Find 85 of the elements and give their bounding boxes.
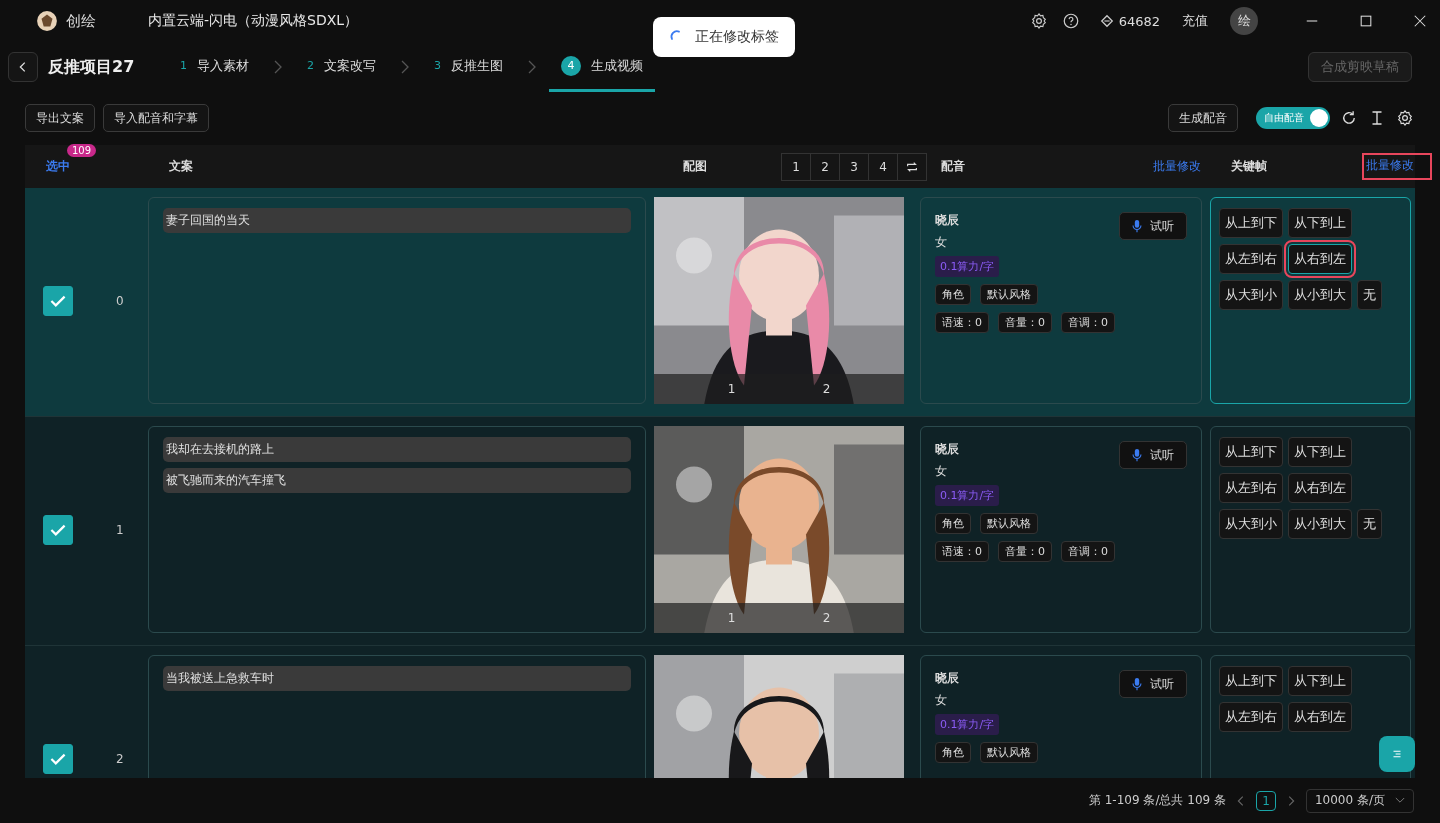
chevron-right-icon: [527, 59, 537, 75]
app-logo-icon: [36, 10, 58, 32]
maximize-icon[interactable]: [1359, 14, 1373, 28]
voice-name: 晓辰: [935, 441, 959, 458]
toolbar-button[interactable]: 导入配音和字幕: [103, 104, 209, 132]
toolbar-button[interactable]: 导出文案: [25, 104, 95, 132]
refresh-icon[interactable]: [1340, 109, 1358, 127]
voice-gender: 女: [935, 692, 947, 709]
table-row[interactable]: 2 当我被送上急救车时 晓辰 女 0.1算力/字 试听 角色 默认风格 从上到下 从下到上 从左到右 从右到左: [25, 646, 1415, 778]
chevron-right-icon: [273, 59, 283, 75]
credit-balance: 64682: [1118, 13, 1160, 29]
model-name[interactable]: 内置云端-闪电（动漫风格SDXL）: [148, 12, 359, 30]
recharge-button[interactable]: 充值: [1174, 12, 1216, 30]
settings-icon[interactable]: [1029, 12, 1048, 30]
repeat-icon: [905, 159, 919, 174]
column-header: 配音: [941, 158, 965, 175]
page-size-select[interactable]: 10000 条/页: [1305, 788, 1414, 813]
preview-button[interactable]: 试听: [1119, 670, 1187, 698]
voice-parameter[interactable]: 音量：0: [998, 541, 1052, 562]
column-header: 配图: [683, 158, 707, 175]
voice-tag[interactable]: 默认风格: [980, 742, 1038, 763]
diamond-icon: [1099, 14, 1114, 28]
image-page-button[interactable]: 1: [781, 152, 811, 181]
price-tag: 0.1算力/字: [935, 485, 1000, 506]
previous-page-icon[interactable]: [1235, 793, 1246, 808]
repeat-button[interactable]: [897, 152, 927, 181]
generate-dubbing-button[interactable]: 生成配音: [1168, 104, 1238, 132]
voice-name: 晓辰: [935, 212, 959, 229]
voice-name: 晓辰: [935, 670, 959, 687]
close-icon[interactable]: [1413, 14, 1427, 28]
step-tab[interactable]: 2 文案改写: [295, 42, 388, 92]
preview-button[interactable]: 试听: [1119, 212, 1187, 240]
row-index: 0: [116, 293, 124, 308]
caret-icon: [1395, 797, 1405, 804]
app-name: 创绘: [66, 11, 96, 31]
step-tab[interactable]: 3 反推生图: [422, 42, 515, 92]
step-tab[interactable]: 4 生成视频: [549, 42, 655, 92]
selected-count-badge: 109: [67, 144, 97, 157]
voice-gender: 女: [935, 234, 947, 251]
batch-edit-link[interactable]: 批量修改: [1362, 153, 1432, 180]
batch-edit-link[interactable]: 批量修改: [1153, 158, 1201, 175]
price-tag: 0.1算力/字: [935, 256, 1000, 277]
project-title: 反推项目27: [48, 56, 136, 78]
page-number-button[interactable]: 1: [1255, 790, 1276, 811]
image-variant-number[interactable]: 1: [727, 382, 736, 396]
voice-parameter[interactable]: 音调：0: [1061, 312, 1115, 333]
voice-parameter[interactable]: 语速：0: [935, 541, 989, 562]
voice-tag[interactable]: 默认风格: [980, 284, 1038, 305]
column-header[interactable]: 选中: [46, 158, 70, 175]
microphone-icon: [1130, 676, 1144, 692]
toast-text: 正在修改标签: [695, 28, 779, 46]
image-variant-number[interactable]: 2: [822, 611, 831, 625]
image-variant-number[interactable]: 1: [727, 611, 736, 625]
voice-gender: 女: [935, 463, 947, 480]
microphone-icon: [1130, 218, 1144, 234]
image-page-button[interactable]: 4: [868, 152, 898, 181]
row-checkbox[interactable]: [43, 514, 73, 545]
voice-tag[interactable]: 默认风格: [980, 513, 1038, 534]
step-tab[interactable]: 1 导入素材: [168, 42, 261, 92]
row-checkbox[interactable]: [43, 743, 73, 774]
row-index: 2: [116, 751, 124, 766]
voice-tag[interactable]: 角色: [935, 742, 971, 763]
voice-tag[interactable]: 角色: [935, 284, 971, 305]
voice-parameter[interactable]: 语速：0: [935, 312, 989, 333]
microphone-icon: [1130, 447, 1144, 463]
preview-button[interactable]: 试听: [1119, 441, 1187, 469]
voice-tag[interactable]: 角色: [935, 513, 971, 534]
image-variant-number[interactable]: 2: [822, 382, 831, 396]
chevron-right-icon: [400, 59, 410, 75]
column-header: 文案: [169, 158, 193, 175]
table-row[interactable]: 1 我却在去接机的路上 被飞驰而来的汽车撞飞 1 2 晓辰 女 0.1算力/字 试听 角色 默认风格 语速：0 音量：0 音调：0 从上到下 从下到上 从左到右 从右到左 从大到小 从小到大 无: [25, 417, 1415, 646]
image-page-button[interactable]: 2: [810, 152, 840, 181]
list-menu-button[interactable]: [1379, 736, 1415, 772]
voice-parameter[interactable]: 音调：0: [1061, 541, 1115, 562]
image-page-button[interactable]: 3: [839, 152, 869, 181]
row-index: 1: [116, 522, 124, 537]
pagination-summary: 第 1-109 条/总共 109 条: [1088, 792, 1226, 809]
price-tag: 0.1算力/字: [935, 714, 1000, 735]
column-header: 关键帧: [1231, 158, 1267, 175]
help-icon[interactable]: [1061, 12, 1080, 30]
row-checkbox[interactable]: [43, 285, 73, 316]
table-row[interactable]: 0 妻子回国的当天 1 2 晓辰 女 0.1算力/字 试听 角色 默认风格 语速：0 音量：0 音调：0 从上到下 从下到上 从左到右 从右到左 从大到小 从小到大 无: [25, 188, 1415, 417]
settings-icon[interactable]: [1396, 109, 1414, 127]
voice-parameter[interactable]: 音量：0: [998, 312, 1052, 333]
user-avatar[interactable]: 绘: [1230, 7, 1258, 35]
